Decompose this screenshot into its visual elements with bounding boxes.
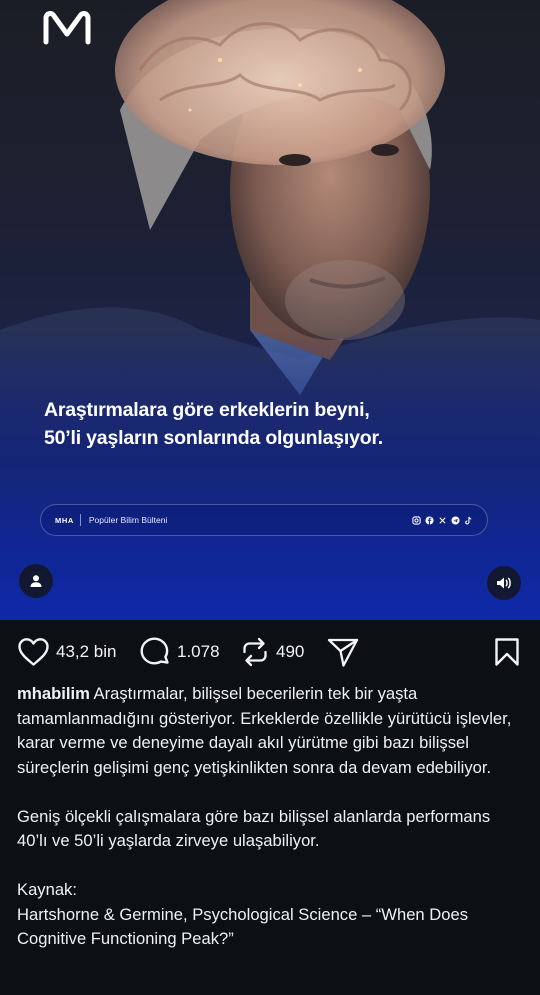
post-media[interactable]: Araştırmalara göre erkeklerin beyni, 50’…: [0, 0, 540, 620]
caption-source: Kaynak: Hartshorne & Germine, Psychologic…: [17, 878, 525, 952]
comment-icon: [140, 637, 169, 665]
bulletin-title: Popüler Bilim Bülteni: [88, 515, 168, 525]
instagram-icon: [412, 515, 421, 525]
headline: Araştırmalara göre erkeklerin beyni, 50’…: [44, 396, 504, 452]
sound-toggle-button[interactable]: [487, 566, 521, 600]
source-label: Kaynak:: [17, 880, 77, 899]
comment-count: 1.078: [177, 642, 220, 661]
caption-username[interactable]: mhabilim: [17, 684, 90, 703]
bulletin-divider: [79, 514, 81, 526]
repost-count: 490: [276, 642, 305, 661]
telegram-icon: [451, 515, 460, 525]
facebook-icon: [425, 515, 434, 525]
user-icon: [30, 575, 42, 587]
action-bar: 43,2 bin 1.078 490: [0, 630, 540, 674]
caption-paragraph-1: mhabilim Araştırmalar, bilişsel becerile…: [17, 682, 525, 780]
send-icon: [327, 638, 359, 667]
repost-icon: [243, 637, 267, 667]
comment-button[interactable]: 1.078: [138, 630, 220, 674]
mha-logo-icon: [43, 11, 91, 45]
tagged-users-button[interactable]: [19, 564, 53, 598]
x-icon: [438, 516, 447, 525]
bookmark-icon: [495, 638, 519, 666]
tiktok-icon: [464, 516, 473, 525]
heart-icon: [18, 638, 49, 666]
like-button[interactable]: 43,2 bin: [17, 630, 117, 674]
repost-button[interactable]: 490: [240, 630, 304, 674]
caption-text-1: Araştırmalar, bilişsel becerilerin tek b…: [17, 684, 512, 777]
bulletin-logo: MHA: [55, 515, 74, 525]
bulletin-bar: MHA Popüler Bilim Bülteni: [40, 504, 488, 536]
post-caption: mhabilim Araştırmalar, bilişsel becerile…: [17, 682, 525, 952]
like-count: 43,2 bin: [56, 642, 117, 661]
source-text: Hartshorne & Germine, Psychological Scie…: [17, 904, 468, 949]
share-button[interactable]: [326, 630, 360, 674]
social-icons: [412, 515, 473, 525]
save-button[interactable]: [494, 630, 520, 674]
media-gradient: [0, 330, 540, 620]
headline-line-1: Araştırmalara göre erkeklerin beyni,: [44, 399, 370, 421]
volume-icon: [497, 577, 511, 589]
headline-line-2: 50’li yaşların sonlarında olgunlaşıyor.: [44, 427, 383, 449]
caption-paragraph-2: Geniş ölçekli çalışmalara göre bazı bili…: [17, 806, 491, 851]
